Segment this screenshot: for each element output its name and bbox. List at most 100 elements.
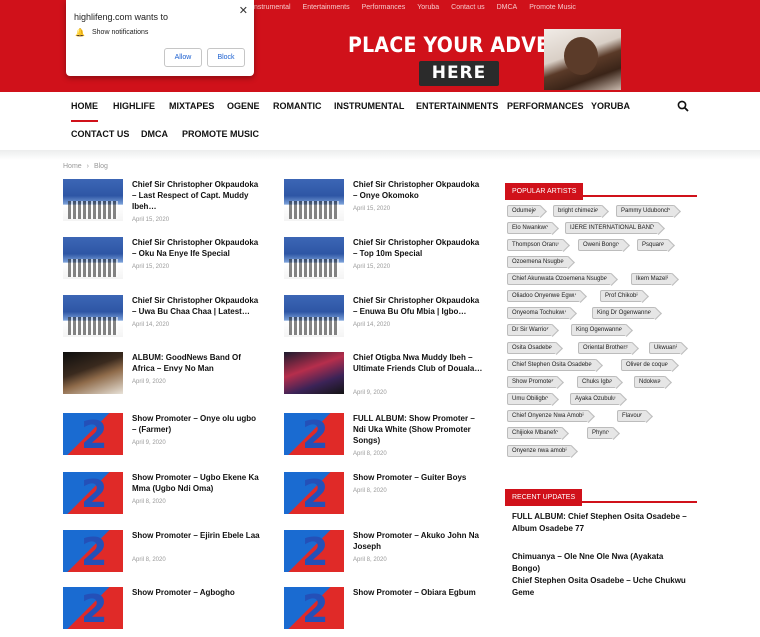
top-nav-dmca[interactable]: DMCA — [497, 4, 518, 11]
artist-tag[interactable]: Pammy Udubonch — [616, 205, 676, 217]
artist-tag[interactable]: Oliver de coque — [621, 359, 674, 371]
artist-tag[interactable]: Osita Osadebe — [507, 342, 558, 354]
artist-tag[interactable]: King Dr Ogenwanne — [592, 307, 657, 319]
breadcrumb-current[interactable]: Blog — [94, 163, 108, 170]
artist-tag[interactable]: bright chimezie — [553, 205, 604, 217]
post-item[interactable]: Show Promoter – Onye olu ugbo – (Farmer)… — [63, 413, 263, 463]
post-thumbnail[interactable] — [63, 237, 123, 279]
nav-yoruba[interactable]: YORUBA — [591, 101, 630, 111]
top-nav-yoruba[interactable]: Yoruba — [417, 4, 439, 11]
post-item[interactable]: Show Promoter – Ugbo Ekene Ka Mma (Ugbo … — [63, 472, 263, 522]
artist-tag[interactable]: Thompson Oranu — [507, 239, 564, 251]
recent-update-item[interactable]: Chimuanya – Ole Nne Ole Nwa (Ayakata Bon… — [512, 551, 692, 575]
post-thumbnail[interactable] — [63, 530, 123, 572]
post-item[interactable]: Show Promoter – Akuko John Na Joseph Apri… — [284, 530, 484, 580]
post-title[interactable]: Show Promoter – Guiter Boys — [353, 472, 483, 483]
post-title[interactable]: FULL ALBUM: Show Promoter – Ndi Uka Whit… — [353, 413, 483, 446]
nav-dmca[interactable]: DMCA — [141, 129, 168, 139]
post-title[interactable]: Chief Otigba Nwa Muddy Ibeh – Ultimate F… — [353, 352, 483, 374]
artist-tag[interactable]: Prof Chikobi — [600, 290, 643, 302]
post-thumbnail[interactable] — [284, 295, 344, 337]
artist-tag[interactable]: Oliadoo Onyenwe Egwu — [507, 290, 582, 302]
artist-tag[interactable]: Chijioke Mbanefo — [507, 427, 564, 439]
nav-instrumental[interactable]: INSTRUMENTAL — [334, 101, 404, 111]
post-thumbnail[interactable] — [284, 472, 344, 514]
post-title[interactable]: Show Promoter – Ejirin Ebele Laa — [132, 530, 262, 541]
artist-tag[interactable]: Chief Akunwata Ozoemena Nsugbe — [507, 273, 613, 285]
post-item[interactable]: Chief Sir Christopher Okpaudoka – Oku Na… — [63, 237, 263, 287]
artist-tag[interactable]: Chief Stephen Osita Osadebe — [507, 359, 597, 371]
post-item[interactable]: Show Promoter – Guiter Boys April 8, 2020 — [284, 472, 484, 522]
post-title[interactable]: Chief Sir Christopher Okpaudoka – Top 10… — [353, 237, 483, 259]
artist-tag[interactable]: Odumeje — [507, 205, 542, 217]
post-title[interactable]: Chief Sir Christopher Okpaudoka – Onye O… — [353, 179, 483, 201]
advert-photo[interactable] — [544, 29, 621, 90]
artist-tag[interactable]: Ndokwa — [634, 376, 666, 388]
artist-tag[interactable]: Show Promoter — [507, 376, 559, 388]
artist-tag[interactable]: Onyeoma Tochukwu — [507, 307, 572, 319]
post-thumbnail[interactable] — [284, 413, 344, 455]
nav-entertainments[interactable]: ENTERTAINMENTS — [416, 101, 498, 111]
top-nav-entertainments[interactable]: Entertainments — [303, 4, 350, 11]
top-nav-performances[interactable]: Performances — [362, 4, 406, 11]
top-nav-promote[interactable]: Promote Music — [529, 4, 576, 11]
nav-romantic[interactable]: ROMANTIC — [273, 101, 322, 111]
post-title[interactable]: Chief Sir Christopher Okpaudoka – Uwa Bu… — [132, 295, 262, 317]
artist-tag[interactable]: Umu Obiligbo — [507, 393, 554, 405]
top-nav-contact[interactable]: Contact us — [451, 4, 484, 11]
artist-tag[interactable]: Flavour — [617, 410, 648, 422]
post-item[interactable]: FULL ALBUM: Show Promoter – Ndi Uka Whit… — [284, 413, 484, 463]
post-item[interactable]: Show Promoter – Obiara Egbum — [284, 587, 484, 637]
top-nav-instrumental[interactable]: Instrumental — [252, 4, 291, 11]
post-thumbnail[interactable] — [63, 352, 123, 394]
artist-tag[interactable]: Dr Sir Warrior — [507, 324, 554, 336]
nav-highlife[interactable]: HIGHLIFE — [113, 101, 155, 111]
post-item[interactable]: Show Promoter – Ejirin Ebele Laa April 8,… — [63, 530, 263, 580]
close-icon[interactable]: ✕ — [239, 4, 248, 17]
allow-button[interactable]: Allow — [164, 48, 202, 67]
recent-update-item[interactable]: Chief Stephen Osita Osadebe – Uche Chukw… — [512, 575, 692, 599]
nav-performances[interactable]: PERFORMANCES — [507, 101, 584, 111]
artist-tag[interactable]: Oweni Bongo — [578, 239, 625, 251]
search-icon[interactable] — [677, 100, 689, 112]
artist-tag[interactable]: Chief Onyenze Nwa Amobi — [507, 410, 589, 422]
post-title[interactable]: ALBUM: GoodNews Band Of Africa – Envy No… — [132, 352, 262, 374]
post-title[interactable]: Show Promoter – Ugbo Ekene Ka Mma (Ugbo … — [132, 472, 262, 494]
recent-update-item[interactable]: FULL ALBUM: Chief Stephen Osita Osadebe … — [512, 511, 692, 535]
breadcrumb-home[interactable]: Home — [63, 163, 82, 170]
post-thumbnail[interactable] — [63, 179, 123, 221]
post-item[interactable]: Chief Sir Christopher Okpaudoka – Uwa Bu… — [63, 295, 263, 345]
artist-tag[interactable]: Ozoemena Nsugbe — [507, 256, 569, 268]
post-title[interactable]: Chief Sir Christopher Okpaudoka – Oku Na… — [132, 237, 262, 259]
nav-ogene[interactable]: OGENE — [227, 101, 260, 111]
post-title[interactable]: Chief Sir Christopher Okpaudoka – Enuwa … — [353, 295, 483, 317]
post-thumbnail[interactable] — [284, 237, 344, 279]
artist-tag[interactable]: King Ogenwanne — [571, 324, 628, 336]
post-item[interactable]: ALBUM: GoodNews Band Of Africa – Envy No… — [63, 352, 263, 402]
post-thumbnail[interactable] — [63, 472, 123, 514]
nav-mixtapes[interactable]: MIXTAPES — [169, 101, 214, 111]
artist-tag[interactable]: Psquare — [637, 239, 670, 251]
post-thumbnail[interactable] — [284, 587, 344, 629]
post-item[interactable]: Chief Otigba Nwa Muddy Ibeh – Ultimate F… — [284, 352, 484, 402]
post-thumbnail[interactable] — [284, 352, 344, 394]
nav-contact[interactable]: CONTACT US — [71, 129, 129, 139]
artist-tag[interactable]: Chuks Igba — [577, 376, 618, 388]
post-title[interactable]: Show Promoter – Obiara Egbum — [353, 587, 483, 598]
artist-tag[interactable]: Elo Nwankwo — [507, 222, 554, 234]
post-item[interactable]: Chief Sir Christopher Okpaudoka – Enuwa … — [284, 295, 484, 345]
post-thumbnail[interactable] — [63, 295, 123, 337]
artist-tag[interactable]: Phyno — [587, 427, 615, 439]
block-button[interactable]: Block — [207, 48, 245, 67]
post-thumbnail[interactable] — [63, 413, 123, 455]
post-item[interactable]: Chief Sir Christopher Okpaudoka – Last R… — [63, 179, 263, 229]
post-title[interactable]: Show Promoter – Agbogho — [132, 587, 262, 598]
post-title[interactable]: Show Promoter – Akuko John Na Joseph — [353, 530, 483, 552]
post-item[interactable]: Chief Sir Christopher Okpaudoka – Onye O… — [284, 179, 484, 229]
advert-here[interactable]: HERE — [419, 61, 499, 86]
post-title[interactable]: Chief Sir Christopher Okpaudoka – Last R… — [132, 179, 262, 212]
post-item[interactable]: Chief Sir Christopher Okpaudoka – Top 10… — [284, 237, 484, 287]
artist-tag[interactable]: Onyenze nwa amobi — [507, 445, 572, 457]
post-thumbnail[interactable] — [284, 530, 344, 572]
post-thumbnail[interactable] — [284, 179, 344, 221]
